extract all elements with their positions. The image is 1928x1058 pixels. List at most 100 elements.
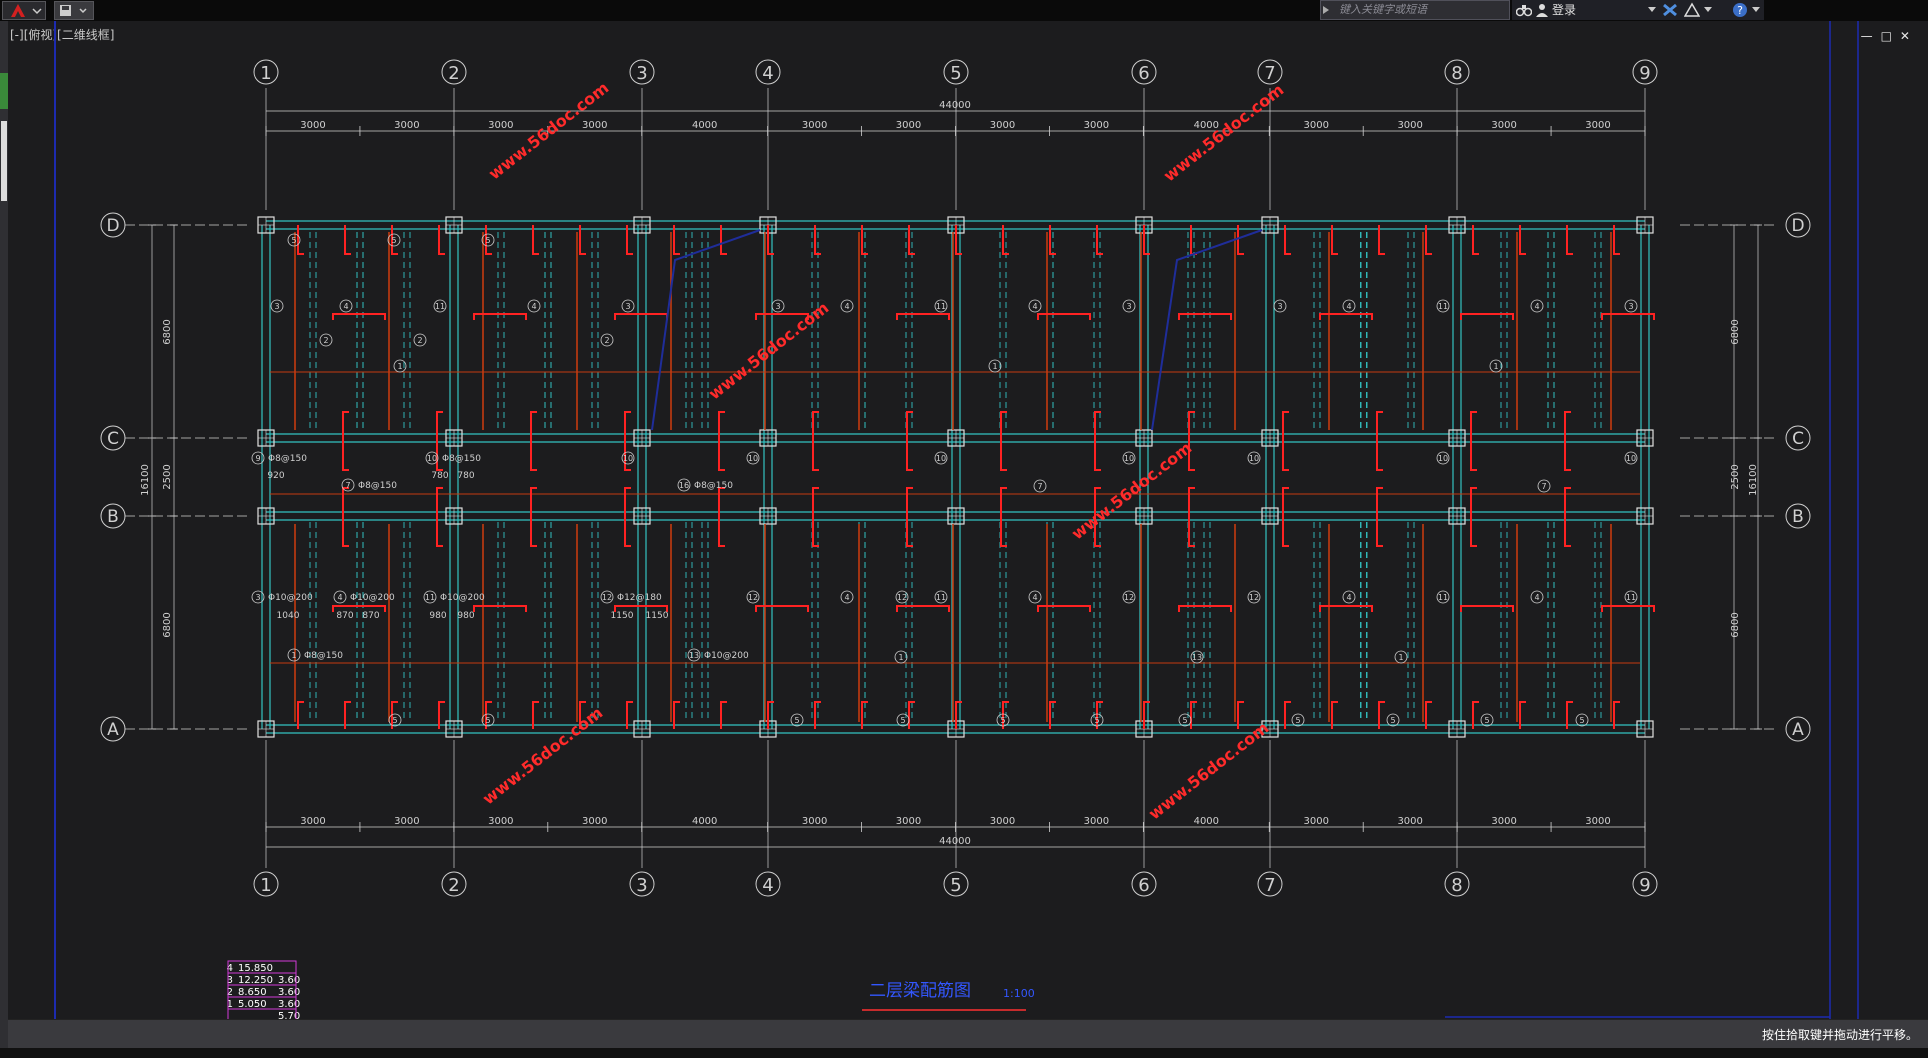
drawing-scale: 1:100 [1003,987,1035,1000]
axis-label: 7 [1264,875,1275,896]
quick-access-toolbar[interactable] [54,1,94,20]
support-rebar [896,605,950,612]
axis-label: 8 [1451,875,1462,896]
floor-elevation: 5.050 [238,999,267,1010]
rebar-mark-number: 3 [775,302,780,311]
stair-outline [651,229,761,431]
support-rebar [473,313,527,320]
login-button[interactable]: 登录 [1552,2,1576,18]
autodesk-a360-icon[interactable] [1684,2,1700,18]
dimension-total-depth: 16100 [140,464,151,496]
drawing-canvas[interactable]: 1 1 2 2 3 3 4 4 5 5 6 6 7 7 8 8 9 9 D D C C B B A A 44000 3000 3000 3… [8,21,1928,1019]
dimension-span: 3000 [1585,816,1610,827]
search-placeholder: 键入关键字或短语 [1339,3,1427,16]
rebar-length: 870 [336,611,353,621]
rebar-mark-number: 5 [485,236,490,245]
rebar-spec-text: Φ10@200 [704,651,749,661]
support-rebar [718,411,725,471]
rebar-length: 1040 [277,611,300,621]
dimension-span: 3000 [300,816,325,827]
support-rebar [1178,605,1232,612]
rebar-mark-number: 4 [343,302,348,311]
support-rebar [1470,487,1477,547]
panel-tab[interactable] [0,73,8,109]
info-toolbar: 登录 ? [1512,0,1764,20]
login-dropdown-icon[interactable] [1648,7,1656,13]
floor-height: 5.70 [278,1011,300,1019]
rebar-mark-number: 11 [936,302,946,311]
rebar-mark-number: 1 [1493,362,1498,371]
dimension-depth: 6800 [1730,612,1741,637]
dimension-span: 3000 [1304,816,1329,827]
rebar-spec-number: 16 [679,481,689,490]
rebar-spec-number: 10 [427,454,437,463]
support-rebar [1094,411,1101,471]
dimension-span: 3000 [394,816,419,827]
rebar-mark-number: 4 [531,302,536,311]
floor-elevation: 8.650 [238,987,267,998]
app-menu-button[interactable] [2,1,46,20]
dimension-depth: 6800 [1730,319,1741,344]
rebar-mark-number: 2 [417,336,422,345]
dimension-total: 44000 [939,100,971,111]
a360-dropdown-icon[interactable] [1704,7,1712,13]
floor-elevation: 12.250 [238,975,273,986]
support-rebar [1282,487,1289,547]
dimension-total: 44000 [939,836,971,847]
search-input[interactable]: 键入关键字或短语 [1320,0,1510,20]
support-rebar [342,487,349,547]
support-rebar [473,605,527,612]
support-rebar [906,411,913,471]
axis-label: 1 [260,63,271,84]
dimension-span: 3000 [1397,120,1422,131]
axis-label: A [1792,720,1804,740]
rebar-mark-number: 4 [1032,593,1037,602]
left-panel-strip [0,21,8,1058]
support-rebar [1037,605,1091,612]
support-rebar [332,313,386,320]
support-rebar [718,487,725,547]
dimension-depth: 6800 [162,319,173,344]
bottom-strip [0,1048,1928,1058]
rebar-mark-number: 5 [1000,716,1005,725]
rebar-mark-number: 10 [936,454,946,463]
rebar-length: 1150 [646,611,669,621]
support-rebar [614,313,668,320]
rebar-spec-text: Φ12@180 [617,593,662,603]
rebar-mark-number: 3 [1628,302,1633,311]
rebar-spec-text: Φ8@150 [694,481,733,491]
support-rebar [1376,487,1383,547]
drawing-title: 二层梁配筋图 [869,981,971,1001]
dimension-span: 3000 [896,120,921,131]
dimension-span: 3000 [1397,816,1422,827]
support-rebar [1319,605,1373,612]
binoculars-icon[interactable] [1516,3,1532,17]
structural-plan[interactable]: 112233445566778899D DC CB BA A440003000 3000 3… [8,21,1928,1019]
rebar-mark-number: 4 [844,593,849,602]
rebar-spec-text: Φ8@150 [442,454,481,464]
help-dropdown-icon[interactable] [1752,7,1760,13]
rebar-mark-number: 5 [485,716,490,725]
rebar-spec-text: Φ8@150 [358,481,397,491]
axis-label: 2 [448,63,459,84]
help-icon[interactable]: ? [1732,2,1748,18]
support-rebar [624,487,631,547]
expand-arrow-icon[interactable] [1322,5,1330,15]
rebar-spec-number: 13 [689,651,699,660]
dimension-depth: 2500 [162,464,173,489]
rebar-mark-number: 10 [1626,454,1636,463]
rebar-mark-number: 11 [1438,593,1448,602]
rebar-spec-text: Φ8@150 [268,454,307,464]
rebar-mark-number: 11 [435,302,445,311]
rebar-length: 870 [362,611,379,621]
support-rebar [530,411,537,471]
rebar-spec-number: 11 [425,593,435,602]
rebar-mark-number: 4 [1534,593,1539,602]
panel-tab[interactable] [1,121,7,201]
exchange-icon[interactable] [1662,3,1678,17]
axis-label: A [107,720,119,740]
rebar-mark-number: 3 [1126,302,1131,311]
support-rebar [1319,313,1373,320]
dimension-depth: 2500 [1730,464,1741,489]
axis-label: C [1792,429,1804,449]
